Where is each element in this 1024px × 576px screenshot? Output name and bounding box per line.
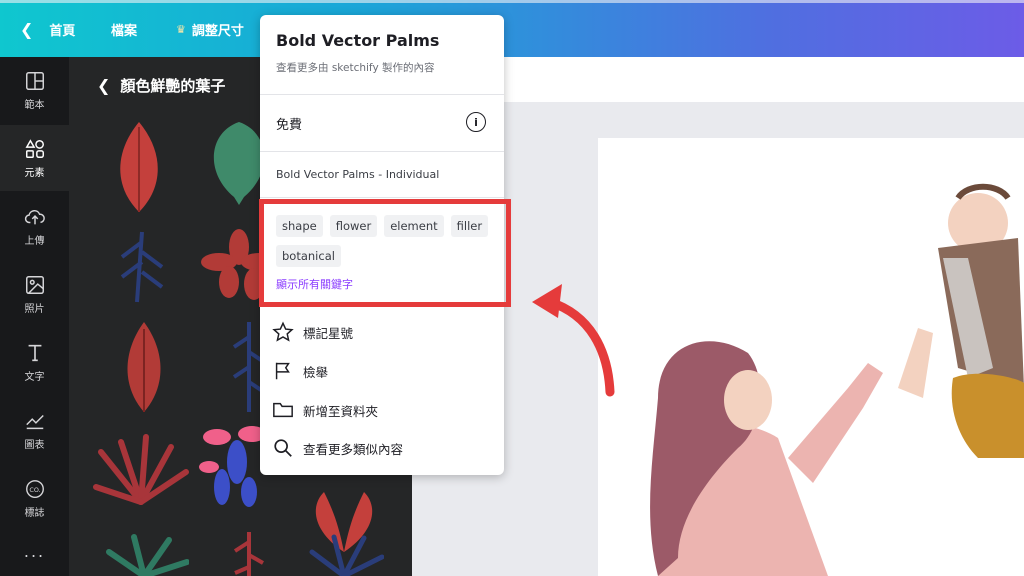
action-label: 新增至資料夾 (303, 403, 379, 419)
file-label: 檔案 (111, 24, 138, 39)
top-bar: ❮ 首頁 檔案 ♛ 調整尺寸 (0, 0, 1024, 57)
info-icon[interactable]: i (466, 112, 486, 132)
rail-item-templates[interactable]: 範本 (0, 57, 69, 123)
creator-link[interactable]: 查看更多由 sketchify 製作的內容 (276, 60, 435, 75)
upload-icon (24, 209, 45, 224)
rail-label: 照片 (24, 303, 45, 315)
rail-label: 上傳 (24, 235, 45, 247)
report-button[interactable]: 檢舉 (272, 360, 328, 382)
star-icon (272, 321, 294, 342)
add-to-folder-button[interactable]: 新增至資料夾 (272, 399, 378, 421)
search-icon (274, 439, 292, 457)
left-rail: 範本 元素 上傳 照片 文字 圖表 CO. 標誌 ... (0, 57, 69, 576)
elements-icon (24, 138, 44, 158)
blue-palm-graphic[interactable] (117, 227, 167, 307)
highlight-box (259, 199, 511, 307)
crown-icon: ♛ (176, 23, 186, 36)
red-arrow-icon (532, 284, 615, 397)
action-label: 檢舉 (303, 364, 329, 380)
design-page[interactable] (598, 138, 1024, 576)
action-label: 標記星號 (303, 325, 354, 341)
rail-label: 範本 (24, 99, 45, 111)
price-label: 免費 (276, 118, 303, 133)
license-label: Bold Vector Palms - Individual (276, 168, 440, 181)
green-palm-graphic[interactable] (99, 532, 189, 576)
blue-palm-graphic[interactable] (304, 532, 384, 576)
divider (260, 151, 504, 152)
rail-item-charts[interactable]: 圖表 (0, 397, 69, 463)
text-icon (28, 344, 41, 361)
home-button[interactable]: ❮ 首頁 (20, 20, 75, 39)
popup-title: Bold Vector Palms (276, 31, 440, 50)
rail-label: 文字 (24, 371, 45, 383)
rail-label: 圖表 (24, 439, 45, 451)
more-dots-icon: ... (23, 541, 46, 561)
svg-text:CO.: CO. (29, 485, 40, 493)
logo-icon: CO. (25, 479, 44, 498)
action-label: 查看更多類似內容 (303, 441, 404, 457)
folder-icon (273, 402, 293, 418)
chevron-left-icon: ❮ (97, 76, 111, 95)
rail-label: 元素 (24, 167, 45, 179)
home-label: 首頁 (49, 24, 76, 39)
rail-label: 標誌 (24, 507, 45, 519)
rail-item-elements[interactable]: 元素 (0, 125, 69, 191)
chart-icon (25, 414, 44, 429)
file-menu-button[interactable]: 檔案 (111, 20, 137, 39)
flag-icon (275, 362, 290, 380)
resize-button[interactable]: ♛ 調整尺寸 (176, 20, 244, 39)
panel-title: 顏色鮮艷的葉子 (120, 77, 226, 95)
photo-icon (25, 275, 44, 294)
red-leaf-graphic[interactable] (114, 317, 174, 417)
rail-item-uploads[interactable]: 上傳 (0, 193, 69, 259)
see-similar-button[interactable]: 查看更多類似內容 (272, 437, 403, 459)
chevron-left-icon: ❮ (20, 20, 34, 39)
red-spiky-plant-graphic[interactable] (91, 432, 191, 512)
divider (260, 94, 504, 95)
red-leaf-graphic[interactable] (109, 117, 169, 217)
red-fern-graphic[interactable] (229, 527, 269, 576)
panel-header[interactable]: ❮ 顏色鮮艷的葉子 (97, 75, 225, 96)
star-button[interactable]: 標記星號 (272, 321, 353, 343)
divider (260, 197, 504, 198)
rail-item-photos[interactable]: 照片 (0, 261, 69, 327)
template-icon (25, 71, 44, 90)
rail-item-text[interactable]: 文字 (0, 329, 69, 395)
rail-item-logos[interactable]: CO. 標誌 (0, 465, 69, 531)
photo-mother-baby[interactable] (598, 138, 1024, 576)
rail-more-button[interactable]: ... (0, 531, 69, 571)
resize-label: 調整尺寸 (191, 24, 244, 39)
